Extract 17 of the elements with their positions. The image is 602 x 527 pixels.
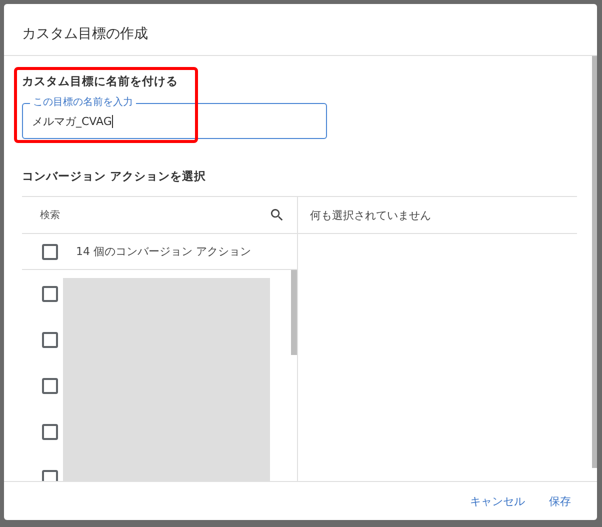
- scrollbar-thumb[interactable]: [291, 270, 297, 355]
- section-heading: カスタム目標に名前を付ける: [22, 74, 179, 89]
- section-heading: コンバージョン アクションを選択: [22, 169, 208, 184]
- checkbox[interactable]: [42, 424, 58, 440]
- dialog-title: カスタム目標の作成: [4, 4, 597, 56]
- save-button[interactable]: 保存: [541, 490, 579, 512]
- checkbox[interactable]: [42, 332, 58, 348]
- cancel-button[interactable]: キャンセル: [462, 490, 533, 512]
- search-icon[interactable]: [269, 207, 285, 223]
- search-field[interactable]: 検索: [40, 210, 269, 220]
- dialog-scrollbar[interactable]: [592, 56, 597, 468]
- checkbox[interactable]: [42, 378, 58, 394]
- select-all-label: 14 個のコンバージョン アクション: [76, 244, 251, 259]
- name-input-field[interactable]: この目標の名前を入力 メルマガ_CVAG: [22, 97, 327, 139]
- checkbox[interactable]: [42, 244, 58, 260]
- checkbox[interactable]: [42, 286, 58, 302]
- empty-selection-text: 何も選択されていません: [298, 197, 577, 234]
